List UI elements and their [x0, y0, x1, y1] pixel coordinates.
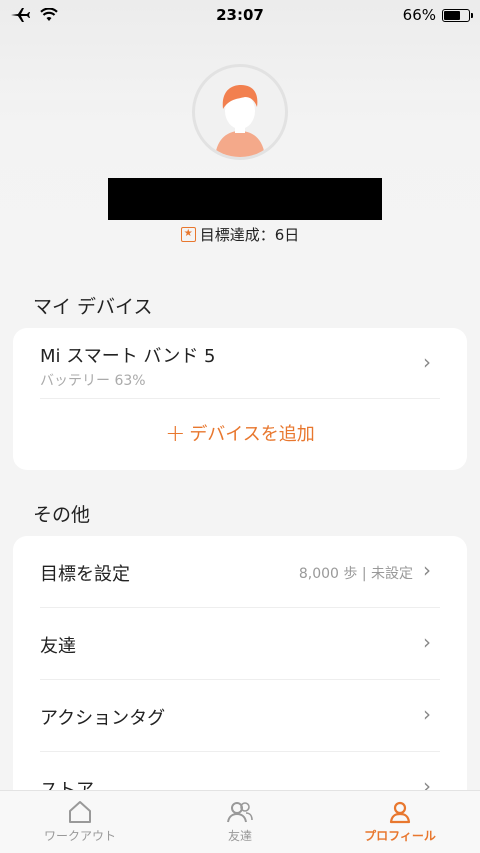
list-item-label: 友達: [40, 636, 76, 657]
battery-percent: 66%: [402, 6, 436, 24]
default-avatar-icon: [215, 85, 265, 157]
list-item-label: 目標を設定: [40, 564, 130, 585]
others-title: その他: [33, 504, 91, 526]
bottom-nav: ワークアウト 友達 プロフィール: [0, 790, 480, 853]
chevron-right-icon: ›: [423, 702, 431, 726]
goal-achievement-label: 目標達成：6日: [199, 226, 300, 244]
airplane-mode-icon: [11, 8, 30, 22]
tab-label: 友達: [227, 829, 252, 843]
battery-level: [444, 10, 460, 20]
device-name: Mi スマート バンド 5: [40, 346, 216, 367]
list-item-friends[interactable]: 友達 ›: [13, 608, 467, 679]
chevron-right-icon: ›: [423, 630, 431, 654]
home-icon: [69, 801, 91, 823]
status-bar: 23:07 66%: [0, 0, 480, 30]
tab-workout[interactable]: ワークアウト: [0, 791, 160, 853]
list-item-value: 8,000 歩 | 未設定: [298, 566, 413, 582]
my-devices-card: Mi スマート バンド 5 バッテリー 63% › + デバイスを追加: [13, 328, 467, 470]
friends-icon: [227, 802, 253, 823]
username-redacted: [108, 178, 382, 220]
clock: 23:07: [216, 6, 264, 24]
goal-achievement: ★ 目標達成：6日: [0, 224, 480, 245]
tab-label: ワークアウト: [43, 829, 116, 843]
list-item-label: アクションタグ: [40, 708, 166, 729]
star-badge-icon: ★: [180, 227, 196, 242]
device-battery: バッテリー 63%: [40, 373, 146, 389]
add-device-button[interactable]: + デバイスを追加: [13, 420, 467, 446]
status-right: 66%: [350, 6, 473, 24]
wifi-icon: [40, 8, 58, 21]
list-item-action-tags[interactable]: アクションタグ ›: [13, 680, 467, 751]
avatar[interactable]: [192, 64, 288, 160]
profile-icon: [389, 801, 411, 824]
battery-icon: [442, 8, 473, 22]
list-item-goal[interactable]: 目標を設定 8,000 歩 | 未設定 ›: [13, 536, 467, 607]
chevron-right-icon: ›: [423, 558, 431, 582]
status-left: [10, 7, 130, 23]
add-device-label: デバイスを追加: [189, 424, 315, 445]
tab-profile[interactable]: プロフィール: [320, 791, 480, 853]
device-row[interactable]: Mi スマート バンド 5 バッテリー 63% ›: [13, 328, 467, 400]
divider: [40, 398, 440, 399]
my-devices-title: マイ デバイス: [33, 296, 153, 318]
chevron-right-icon: ›: [423, 350, 431, 374]
tab-friends[interactable]: 友達: [160, 791, 320, 853]
tab-label: プロフィール: [364, 829, 436, 843]
plus-icon: +: [165, 419, 186, 447]
